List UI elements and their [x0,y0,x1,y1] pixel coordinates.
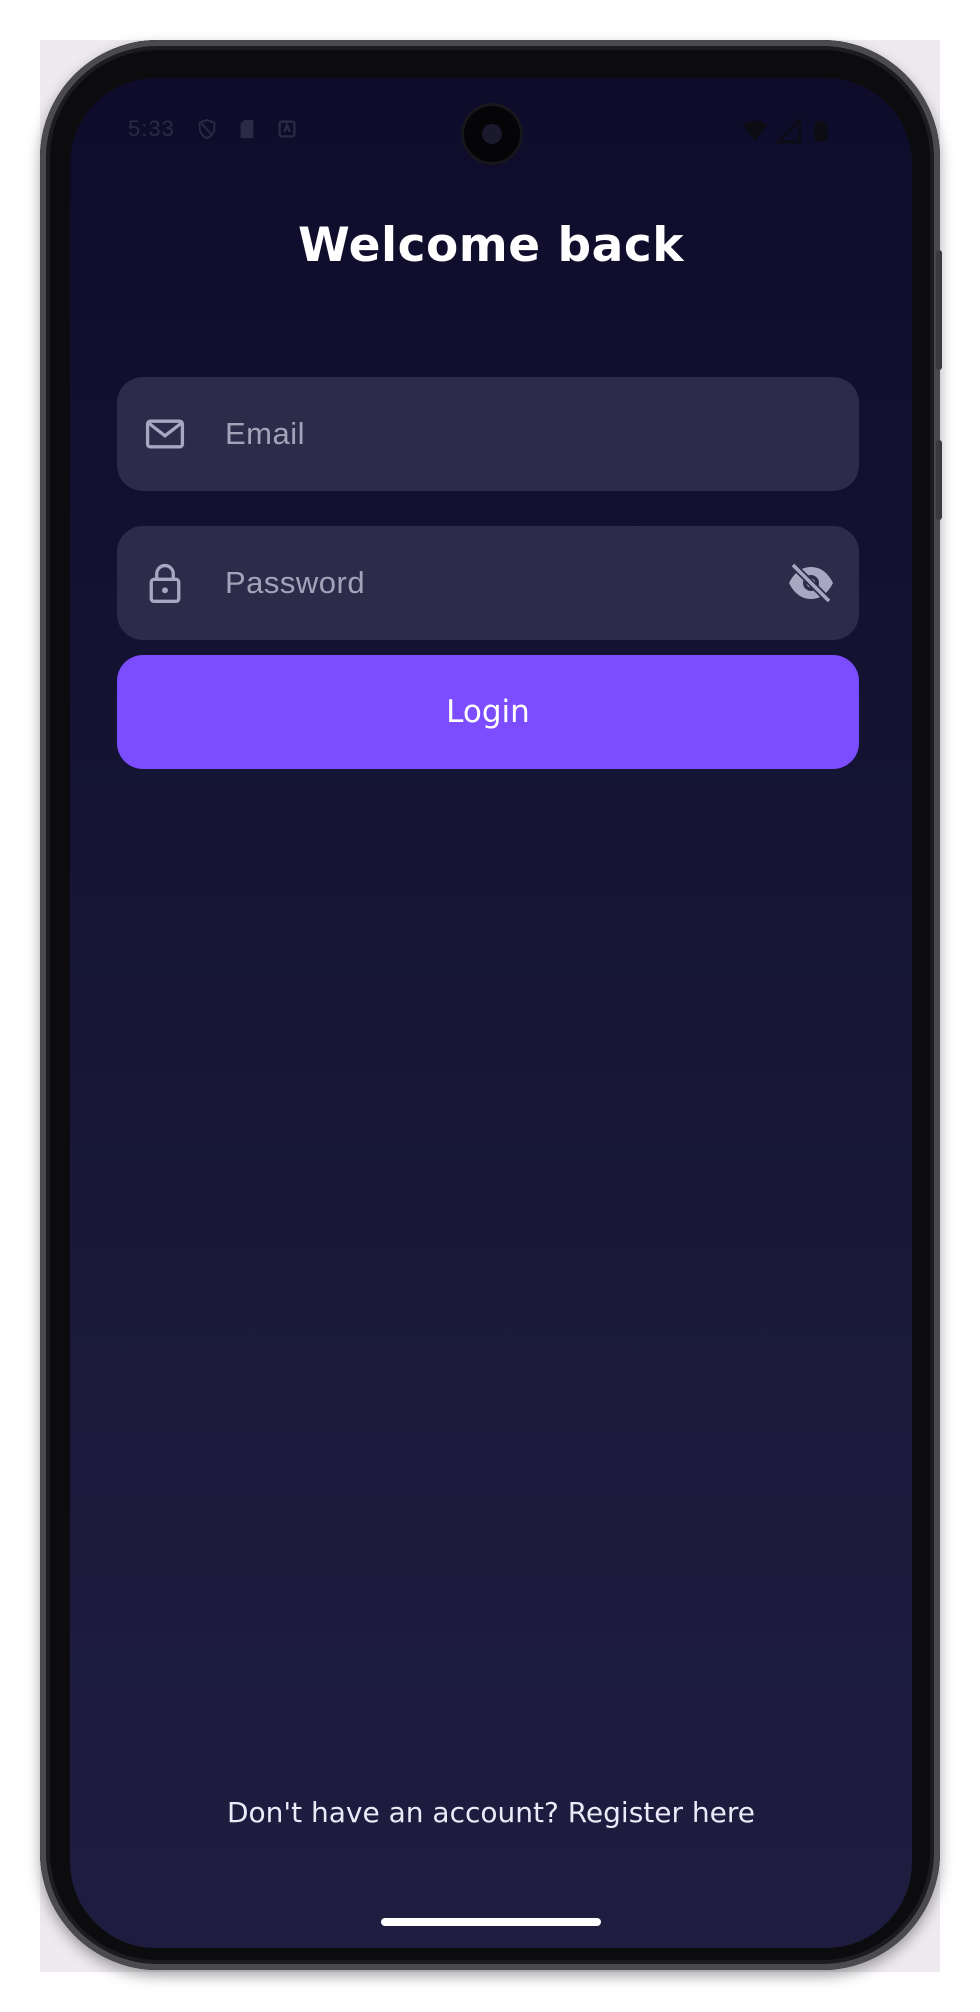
home-indicator[interactable] [381,1918,601,1926]
eye-off-icon[interactable] [787,559,835,607]
page-title: Welcome back [298,218,684,273]
email-field[interactable] [117,377,859,491]
register-prompt: Don't have an account? Register here [70,1796,912,1829]
lock-icon [149,563,181,603]
mail-icon [145,419,185,449]
email-input[interactable] [225,377,785,491]
register-prompt-text: Don't have an account? [226,1796,559,1829]
app-screen: 5:33 Welcome back Email Login Don't have… [70,78,912,1948]
power-button [936,440,942,520]
notification-icon [278,120,296,138]
status-bar: 5:33 [70,78,912,178]
password-field[interactable] [117,526,859,640]
login-button[interactable]: Login [117,655,859,769]
wifi-icon [743,120,767,141]
sd-card-icon [240,119,254,139]
volume-button [936,250,942,370]
battery-icon [814,120,828,142]
front-camera [464,106,520,162]
cell-signal-icon [776,118,802,144]
password-input[interactable] [225,526,785,640]
register-link[interactable]: Register here [568,1796,755,1829]
shield-icon [198,118,216,140]
status-time: 5:33 [128,116,175,141]
